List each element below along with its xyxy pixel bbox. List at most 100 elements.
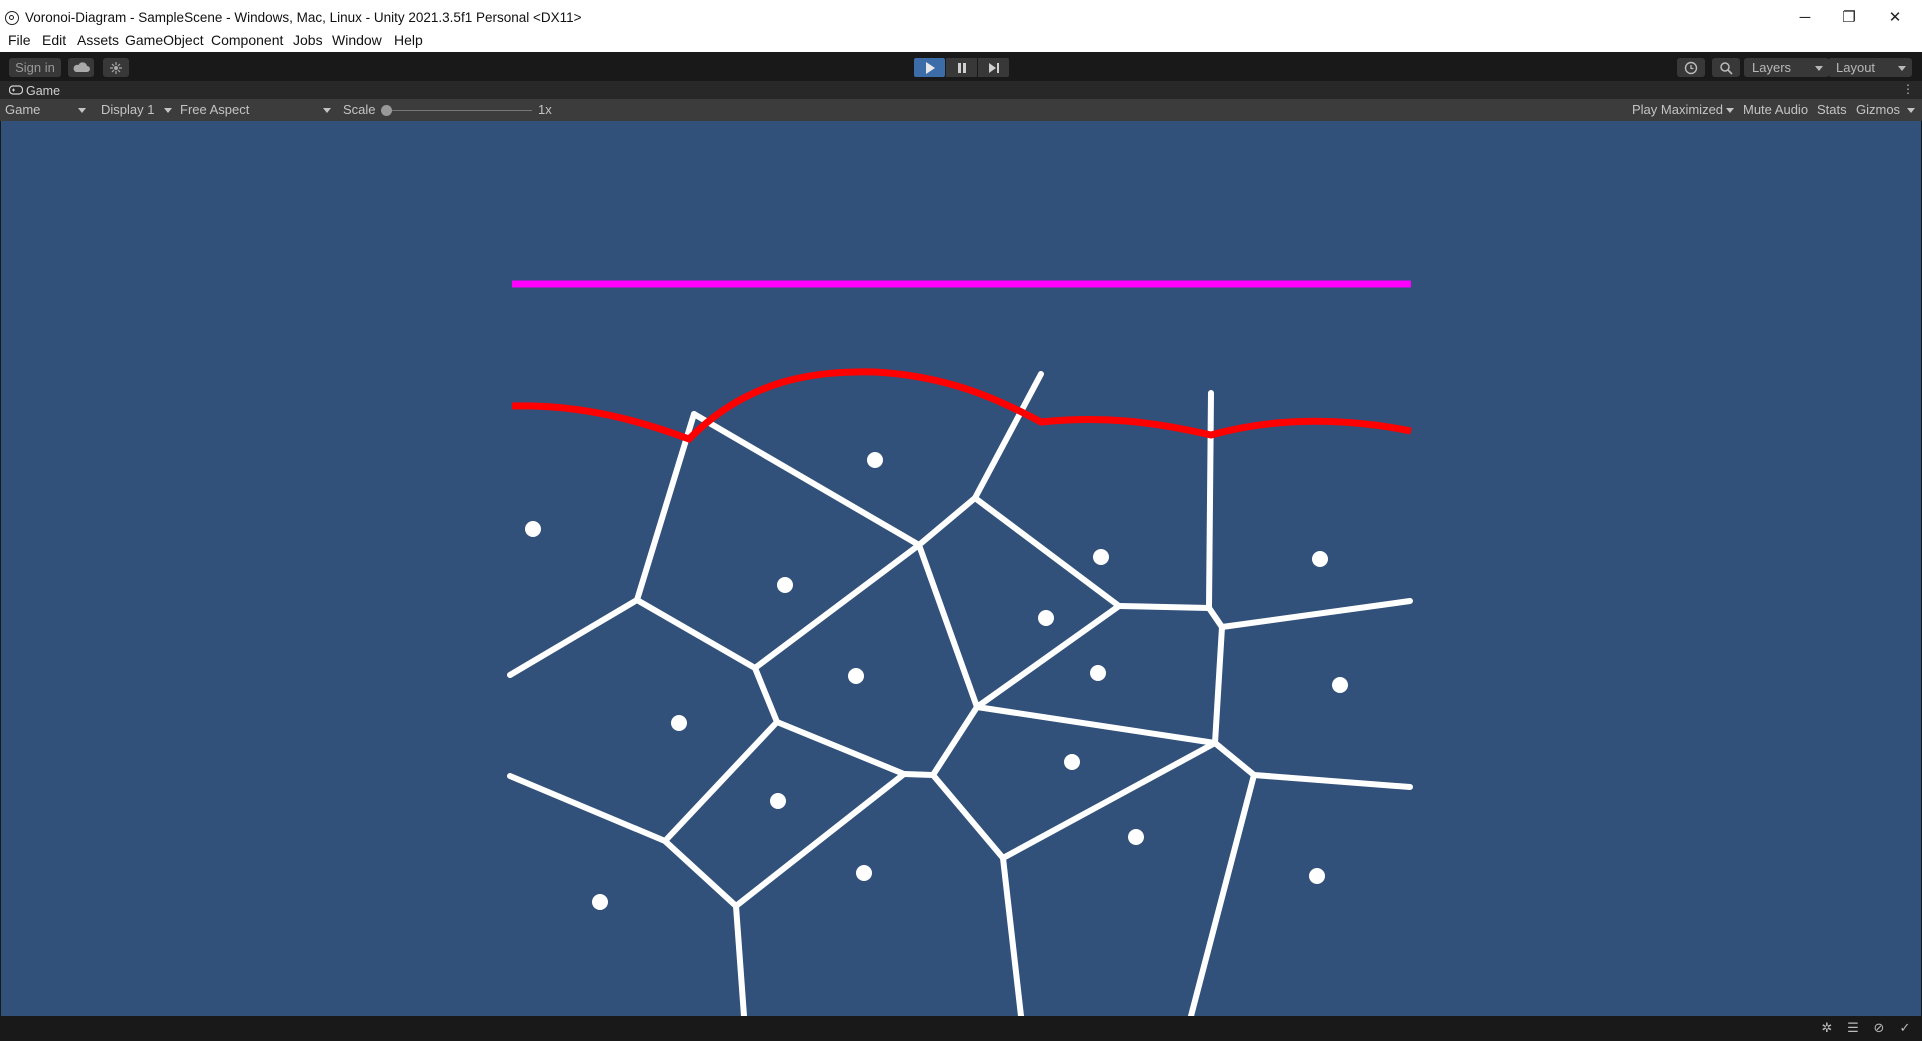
search-button[interactable]	[1712, 58, 1740, 77]
display-dropdown[interactable]: Display 1	[101, 102, 154, 117]
voronoi-edge	[916, 495, 978, 548]
collab-button[interactable]	[103, 58, 129, 77]
mute-audio-toggle[interactable]: Mute Audio	[1743, 102, 1808, 117]
collab-sparkle-icon	[110, 62, 122, 74]
chevron-down-icon	[78, 108, 86, 113]
voronoi-edge	[1212, 740, 1257, 778]
cache-icon[interactable]: ☰	[1845, 1020, 1861, 1036]
voronoi-edge	[1000, 855, 1024, 1016]
voronoi-edge	[691, 411, 922, 548]
tab-game-label: Game	[26, 84, 61, 98]
stats-toggle[interactable]: Stats	[1817, 102, 1847, 117]
search-icon	[1720, 62, 1733, 75]
voronoi-scene	[507, 280, 1413, 1016]
site-point	[592, 894, 608, 910]
voronoi-edge	[634, 597, 758, 671]
minimize-button[interactable]: ─	[1785, 6, 1825, 30]
site-point	[856, 865, 872, 881]
voronoi-edge	[774, 719, 907, 777]
tab-bar: Game ⋮	[0, 81, 1922, 99]
chevron-down-icon	[323, 108, 331, 113]
play-maximized-dropdown[interactable]: Play Maximized	[1632, 102, 1723, 117]
voronoi-edge	[634, 411, 697, 603]
menu-assets[interactable]: Assets	[77, 32, 119, 48]
pause-button[interactable]	[946, 58, 977, 77]
site-point	[770, 793, 786, 809]
site-point	[1093, 549, 1109, 565]
voronoi-edge	[733, 903, 747, 1016]
layout-dropdown[interactable]: Layout	[1828, 58, 1912, 77]
voronoi-edge	[930, 704, 980, 778]
site-point	[777, 577, 793, 593]
cloud-icon	[73, 62, 90, 72]
more-options-icon[interactable]: ⋮	[1902, 82, 1914, 96]
history-button[interactable]	[1677, 58, 1705, 77]
debug-icon[interactable]: ✲	[1819, 1020, 1835, 1036]
voronoi-edge	[1206, 605, 1225, 630]
mode-dropdown[interactable]: Game	[5, 102, 40, 117]
menu-edit[interactable]: Edit	[42, 32, 66, 48]
voronoi-edge	[1212, 624, 1225, 746]
voronoi-edge	[662, 838, 739, 909]
aspect-dropdown[interactable]: Free Aspect	[180, 102, 249, 117]
scale-label: Scale	[343, 102, 376, 117]
status-ok-icon[interactable]: ✓	[1897, 1020, 1913, 1036]
network-icon[interactable]: ⊘	[1871, 1020, 1887, 1036]
voronoi-sites	[525, 452, 1348, 910]
cloud-button[interactable]	[68, 58, 94, 77]
voronoi-edge	[1188, 772, 1257, 1016]
site-point	[848, 668, 864, 684]
site-point	[1332, 677, 1348, 693]
menu-window[interactable]: Window	[332, 32, 382, 48]
voronoi-edge	[733, 771, 907, 909]
voronoi-edge	[662, 719, 780, 844]
menu-bar: File Edit Assets GameObject Component Jo…	[0, 32, 1922, 52]
gamepad-icon	[9, 85, 23, 95]
menu-gameobject[interactable]: GameObject	[125, 32, 204, 48]
voronoi-edge	[1219, 598, 1413, 630]
chevron-down-icon	[164, 108, 172, 113]
step-button[interactable]	[978, 58, 1009, 77]
beach-line	[511, 368, 1412, 444]
tab-game[interactable]: Game	[0, 81, 70, 99]
voronoi-edge	[930, 772, 1006, 861]
site-point	[1064, 754, 1080, 770]
game-viewport[interactable]	[1, 121, 1921, 1016]
status-bar: ✲ ☰ ⊘ ✓	[0, 1016, 1922, 1041]
voronoi-edge	[507, 597, 640, 678]
gizmos-toggle[interactable]: Gizmos	[1856, 102, 1900, 117]
history-icon	[1684, 61, 1698, 75]
menu-file[interactable]: File	[8, 32, 31, 48]
scale-slider-track[interactable]	[386, 110, 532, 111]
voronoi-edges	[507, 371, 1413, 1016]
scale-value: 1x	[538, 102, 552, 117]
close-button[interactable]: ✕	[1875, 6, 1915, 30]
game-view-options: Game Display 1 Free Aspect Scale 1x Play…	[0, 99, 1922, 121]
site-point	[1090, 665, 1106, 681]
scale-slider-handle[interactable]	[381, 105, 392, 116]
voronoi-edge	[974, 704, 1218, 746]
chevron-down-icon	[1815, 66, 1823, 71]
voronoi-edge	[1251, 772, 1413, 790]
site-point	[1038, 610, 1054, 626]
voronoi-edge	[1116, 603, 1212, 611]
menu-help[interactable]: Help	[394, 32, 423, 48]
menu-component[interactable]: Component	[211, 32, 283, 48]
voronoi-edge	[901, 771, 936, 778]
chevron-down-icon	[1726, 108, 1734, 113]
restore-button[interactable]: ❐	[1829, 6, 1869, 30]
voronoi-edge	[916, 542, 980, 710]
unity-logo-icon	[5, 11, 19, 25]
layout-label: Layout	[1836, 60, 1876, 75]
sign-in-button[interactable]: Sign in	[9, 58, 61, 77]
site-point	[671, 715, 687, 731]
play-button[interactable]	[914, 58, 945, 77]
voronoi-edge	[507, 773, 668, 844]
chevron-down-icon	[1898, 66, 1906, 71]
voronoi-edge	[752, 542, 922, 671]
site-point	[525, 521, 541, 537]
window-title: Voronoi-Diagram - SampleScene - Windows,…	[25, 10, 582, 25]
menu-jobs[interactable]: Jobs	[293, 32, 323, 48]
layers-dropdown[interactable]: Layers	[1744, 58, 1829, 77]
voronoi-edge	[1000, 740, 1218, 861]
